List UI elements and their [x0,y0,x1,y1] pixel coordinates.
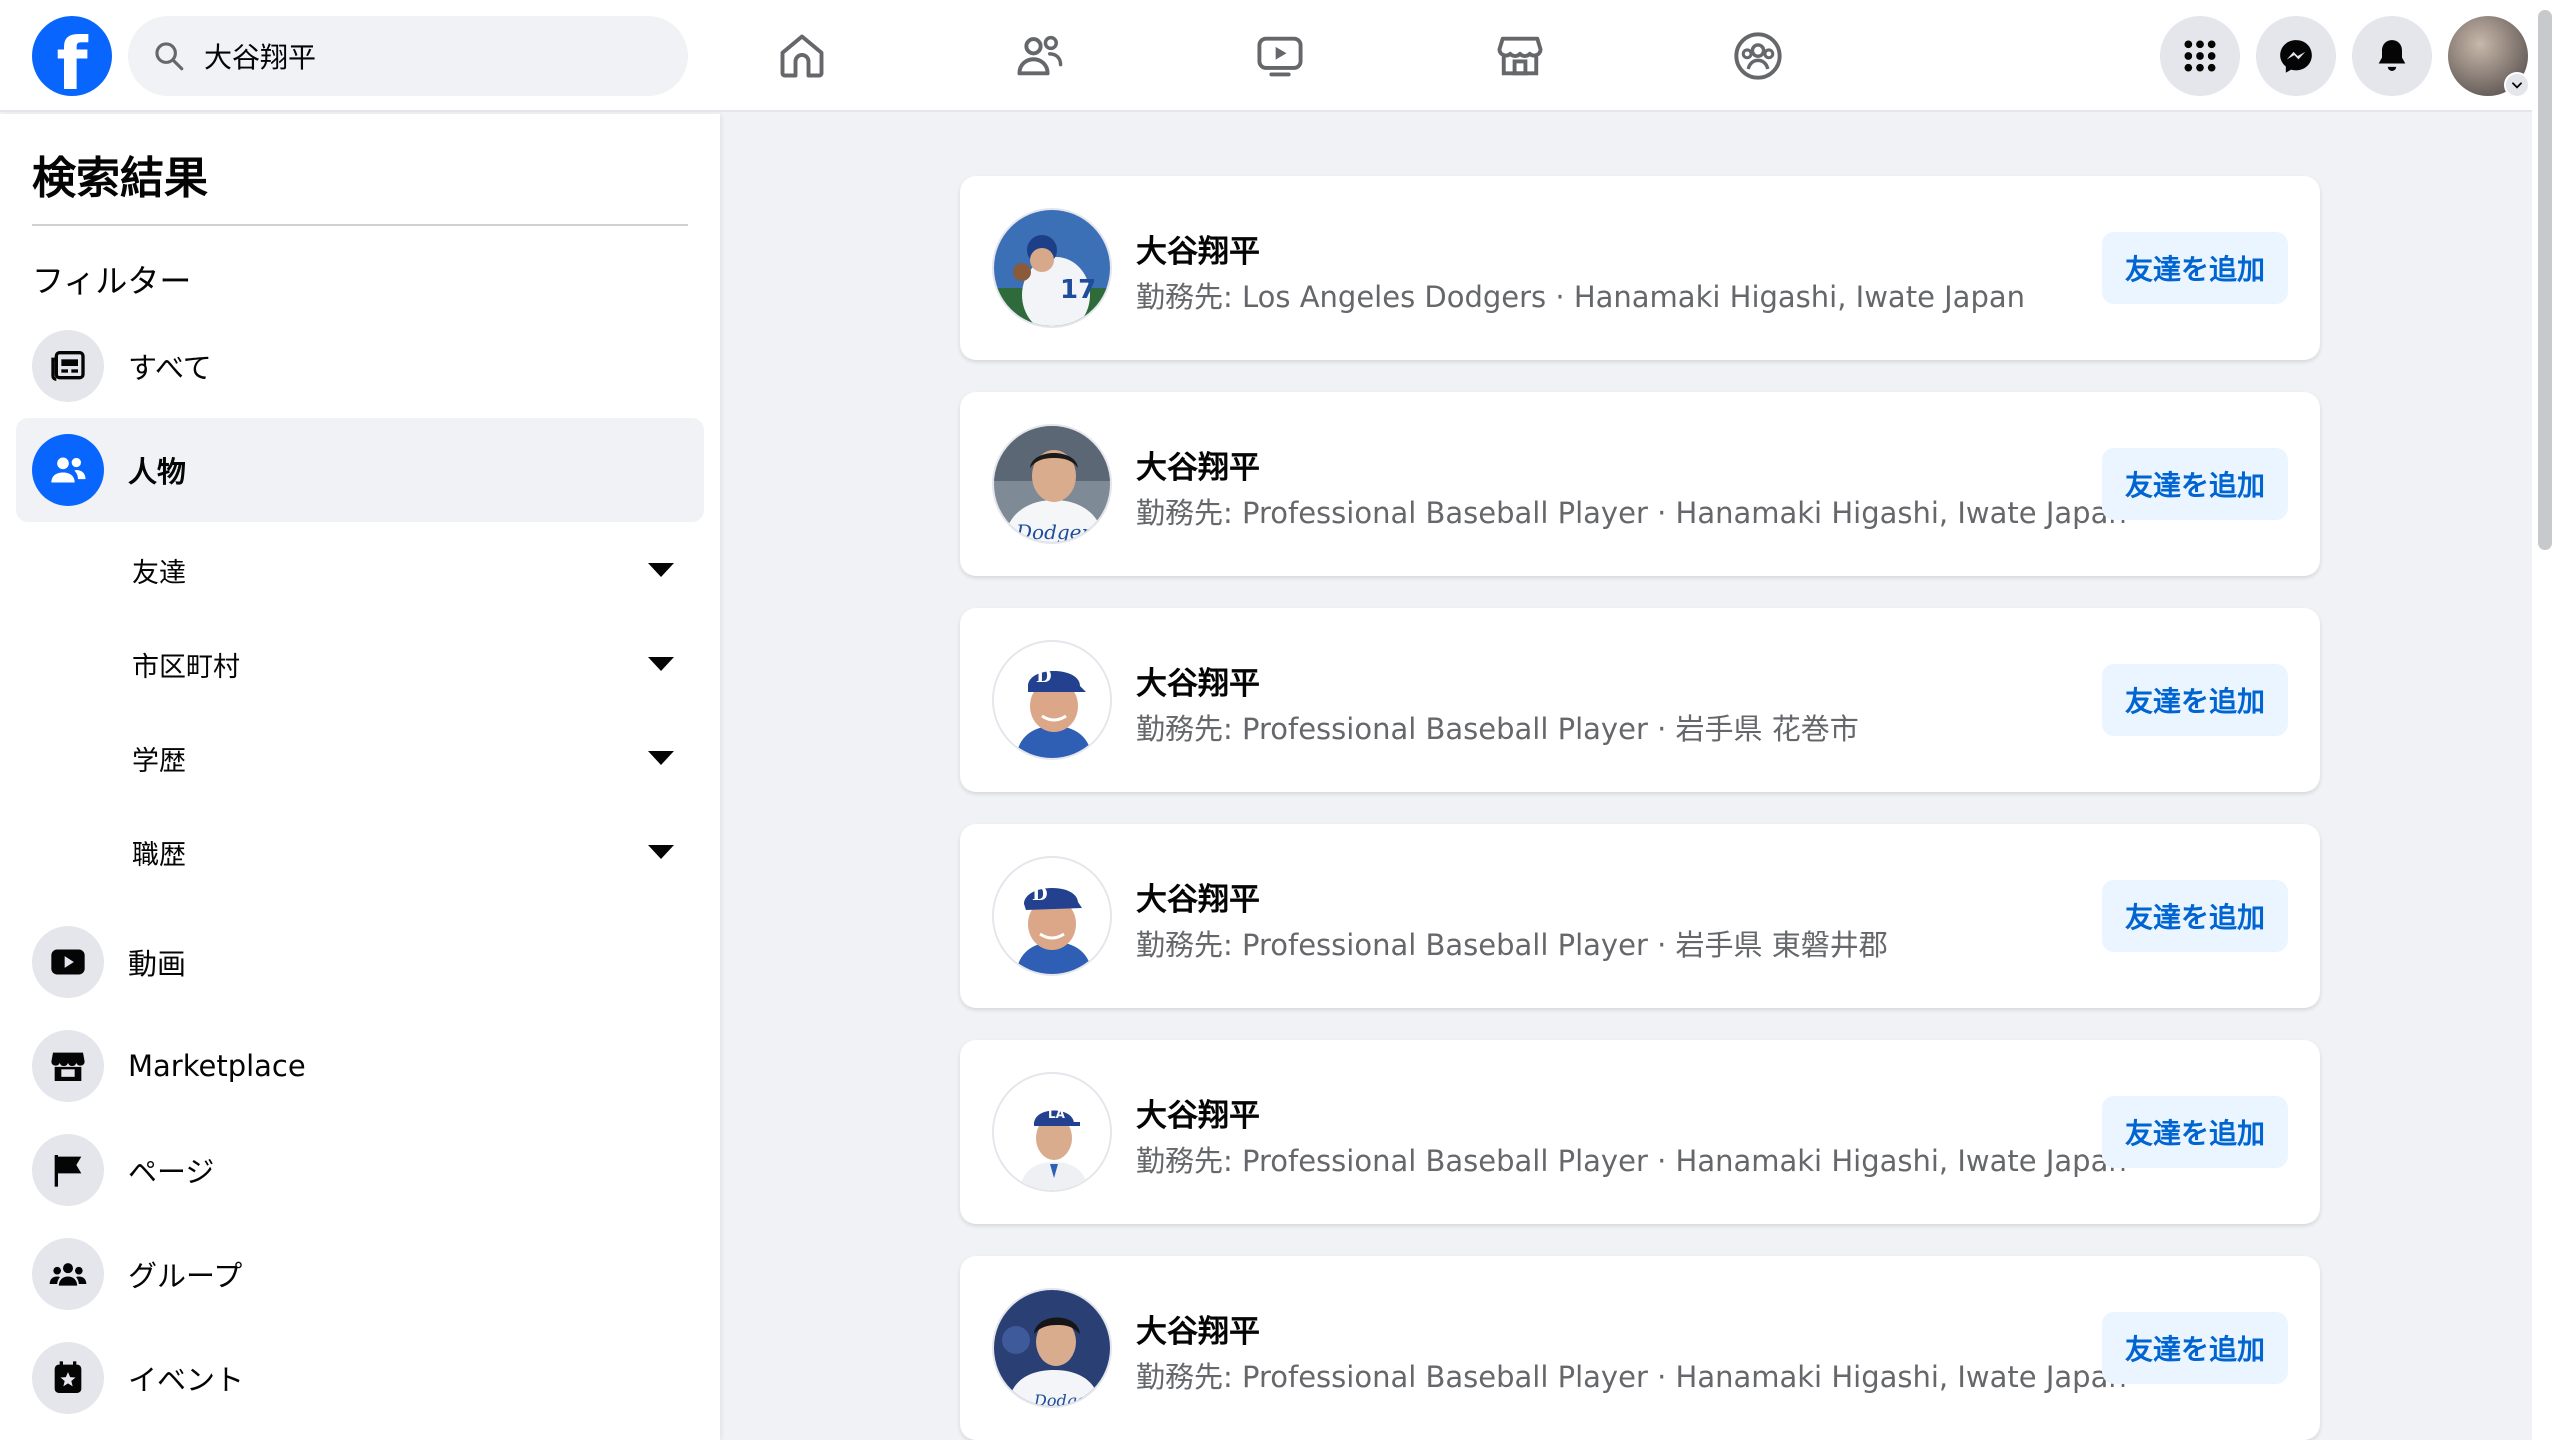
nav-friends[interactable] [1008,24,1072,88]
video-play-icon [1257,36,1303,77]
facebook-logo-icon[interactable]: f [32,16,112,96]
svg-text:LA: LA [1048,1107,1066,1121]
search-filters-sidebar: 検索結果 フィルター すべて 人物 友達 市区町村 学歴 職歴 動画 Marke… [0,114,720,1440]
filter-dropdown-city[interactable]: 市区町村 [132,634,682,694]
result-subtitle: 勤務先: Professional Baseball Player · 岩手県 … [1136,712,1859,746]
caret-down-icon [648,563,674,577]
search-input[interactable] [204,39,664,73]
result-card[interactable]: D 大谷翔平 勤務先: Professional Baseball Player… [960,608,2320,792]
nav-watch[interactable] [1248,24,1312,88]
result-subtitle: 勤務先: Professional Baseball Player · 岩手県 … [1136,928,1888,962]
result-subtitle: 勤務先: Los Angeles Dodgers · Hanamaki Higa… [1136,280,2026,314]
search-icon [155,42,184,71]
nav-marketplace[interactable] [1488,24,1552,88]
marketplace-icon [51,1052,85,1081]
result-name[interactable]: 大谷翔平 [1136,1306,1260,1351]
result-card[interactable]: D 大谷翔平 勤務先: Professional Baseball Player… [960,824,2320,1008]
profile-photo[interactable]: D [992,856,1112,976]
result-subtitle: 勤務先: Professional Baseball Player · Hana… [1136,1360,2127,1394]
top-navigation-bar: f [0,0,2532,112]
filter-dropdown-friends[interactable]: 友達 [132,540,682,600]
add-friend-button[interactable]: 友達を追加 [2102,1312,2288,1384]
grid-menu-icon [2184,40,2216,72]
sidebar-item-label: イベント [128,1363,245,1397]
people-icon [51,457,86,483]
sidebar-item-label: Marketplace [128,1049,306,1083]
result-subtitle: 勤務先: Professional Baseball Player · Hana… [1136,496,2127,530]
sidebar-item-all[interactable]: すべて [16,314,704,418]
filter-heading: フィルター [32,262,192,300]
profile-photo[interactable]: 17 [992,208,1112,328]
filter-label: 職歴 [132,839,186,871]
sidebar-item-label: 動画 [128,947,187,981]
profile-photo[interactable]: Dodgers [992,1288,1112,1408]
sidebar-item-label: 人物 [128,455,187,489]
result-name[interactable]: 大谷翔平 [1136,442,1260,487]
account-menu-chevron-icon[interactable] [2504,72,2530,98]
friends-icon [1017,35,1063,76]
feed-icon [51,351,85,381]
result-name[interactable]: 大谷翔平 [1136,874,1260,919]
filter-dropdown-education[interactable]: 学歴 [132,728,682,788]
svg-text:17: 17 [1060,275,1096,305]
svg-text:D: D [1036,666,1052,687]
sidebar-item-groups[interactable]: グループ [16,1222,704,1326]
groups-circle-icon [1734,32,1782,80]
result-card[interactable]: LA 大谷翔平 勤務先: Professional Baseball Playe… [960,1040,2320,1224]
flag-icon [54,1155,82,1187]
filter-label: 市区町村 [132,651,240,683]
bell-icon [2378,40,2406,71]
result-name[interactable]: 大谷翔平 [1136,1090,1260,1135]
filter-dropdown-work[interactable]: 職歴 [132,822,682,882]
page-scrollbar-thumb[interactable] [2538,10,2552,550]
groups-icon [49,1263,87,1286]
video-icon [51,949,85,975]
filter-label: 友達 [132,557,186,589]
divider [32,224,688,226]
profile-photo[interactable]: LA [992,1072,1112,1192]
caret-down-icon [648,845,674,859]
svg-text:Dodgers: Dodgers [1015,520,1101,544]
messenger-icon [2280,40,2312,73]
search-box[interactable] [128,16,688,96]
sidebar-item-marketplace[interactable]: Marketplace [16,1014,704,1118]
filter-label: 学歴 [132,745,186,777]
result-subtitle: 勤務先: Professional Baseball Player · Hana… [1136,1144,2127,1178]
event-icon [54,1361,82,1393]
add-friend-button[interactable]: 友達を追加 [2102,880,2288,952]
sidebar-item-label: すべて [128,351,212,385]
sidebar-item-pages[interactable]: ページ [16,1118,704,1222]
result-card[interactable]: Dodgers 大谷翔平 勤務先: Professional Baseball … [960,392,2320,576]
add-friend-button[interactable]: 友達を追加 [2102,232,2288,304]
sidebar-item-events[interactable]: イベント [16,1326,704,1430]
profile-photo[interactable]: Dodgers [992,424,1112,544]
nav-home[interactable] [770,24,834,88]
result-name[interactable]: 大谷翔平 [1136,658,1260,703]
profile-photo[interactable]: D [992,640,1112,760]
store-icon [1497,36,1543,76]
add-friend-button[interactable]: 友達を追加 [2102,1096,2288,1168]
svg-text:D: D [1032,884,1048,905]
result-card[interactable]: Dodgers 大谷翔平 勤務先: Professional Baseball … [960,1256,2320,1440]
add-friend-button[interactable]: 友達を追加 [2102,448,2288,520]
messenger-button[interactable] [2256,16,2336,96]
notifications-button[interactable] [2352,16,2432,96]
sidebar-item-label: ページ [128,1155,215,1189]
sidebar-item-people[interactable]: 人物 [16,418,704,522]
add-friend-button[interactable]: 友達を追加 [2102,664,2288,736]
caret-down-icon [648,657,674,671]
home-icon [780,34,824,78]
sidebar-item-videos[interactable]: 動画 [16,910,704,1014]
page-title: 検索結果 [32,153,208,204]
sidebar-item-label: グループ [128,1259,243,1293]
svg-text:Dodgers: Dodgers [1033,1391,1102,1408]
menu-button[interactable] [2160,16,2240,96]
result-name[interactable]: 大谷翔平 [1136,226,1260,271]
caret-down-icon [648,751,674,765]
result-card[interactable]: 17 大谷翔平 勤務先: Los Angeles Dodgers · Hanam… [960,176,2320,360]
nav-groups[interactable] [1726,24,1790,88]
